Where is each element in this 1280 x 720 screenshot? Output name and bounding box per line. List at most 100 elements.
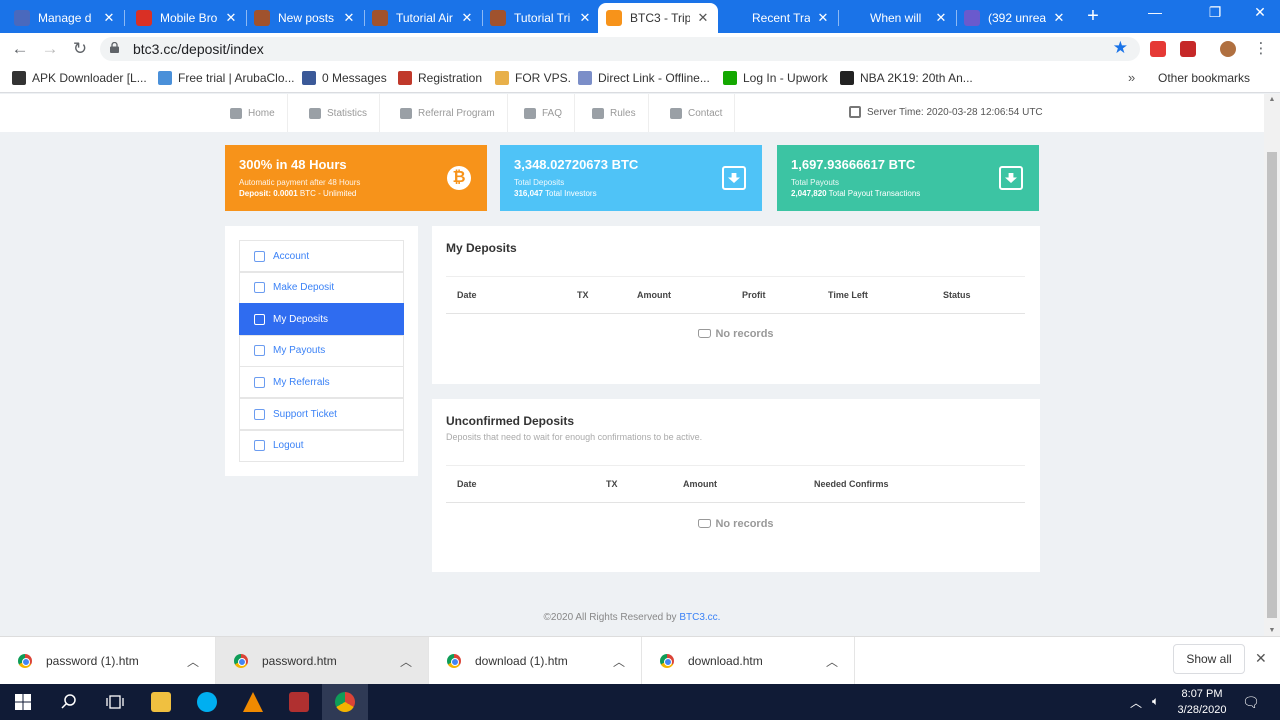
menu-logout[interactable]: Logout [239,429,404,462]
profile-avatar[interactable] [1220,41,1236,57]
close-tab-icon[interactable]: ✕ [578,10,592,26]
file-explorer-button[interactable] [138,684,184,720]
nav-referral-program[interactable]: Referral Program [388,94,508,132]
skype-button[interactable] [184,684,230,720]
browser-tab[interactable]: BTC3 - Tripl ✕ [598,3,718,33]
menu-support-ticket[interactable]: Support Ticket [239,398,404,430]
column-header: Status [943,290,971,300]
bookmark-item[interactable]: 0 Messages [302,71,387,85]
nav-label: FAQ [542,107,563,119]
browser-tab[interactable]: Tutorial Tri ✕ [482,3,600,33]
download-item[interactable]: password (1).htm ︿ [0,637,216,685]
menu-my-deposits[interactable]: My Deposits [239,303,404,336]
close-download-shelf-icon[interactable]: ✕ [1255,650,1267,667]
vlc-button[interactable] [230,684,276,720]
bookmarks-bar: » Other bookmarks APK Downloader [L... Fr… [0,65,1280,93]
bookmark-item[interactable]: Free trial | ArubaClo... [158,71,295,85]
app-button[interactable] [276,684,322,720]
close-tab-icon[interactable]: ✕ [342,10,356,26]
tray-chevron-icon[interactable]: ︿ [1130,694,1142,711]
chrome-menu-icon[interactable]: ⋮ [1250,39,1272,57]
task-view-button[interactable] [92,684,138,720]
close-tab-icon[interactable]: ✕ [934,10,948,26]
site-nav: Server Time: 2020-03-28 12:06:54 UTC Hom… [0,94,1264,132]
bookmark-star-icon[interactable]: ★ [1113,38,1128,58]
browser-tab[interactable]: Mobile Bro ✕ [128,3,246,33]
menu-account[interactable]: Account [239,240,404,272]
new-tab-button[interactable]: + [1082,5,1104,28]
tab-title: BTC3 - Tripl [630,11,690,25]
bookmark-item[interactable]: FOR VPS. [495,71,571,85]
browser-tab[interactable]: Recent Tra ✕ [720,3,838,33]
volume-icon[interactable]: 🔈︎ [1152,694,1159,709]
browser-tab[interactable]: New posts ✕ [246,3,364,33]
close-tab-icon[interactable]: ✕ [102,10,116,26]
minimize-button[interactable]: — [1135,4,1175,20]
server-time: Server Time: 2020-03-28 12:06:54 UTC [849,106,1043,118]
start-button[interactable] [0,684,46,720]
bookmark-label: Registration [418,71,483,85]
scroll-up-icon[interactable]: ▲ [1267,96,1277,103]
close-tab-icon[interactable]: ✕ [224,10,238,26]
search-button[interactable] [46,684,92,720]
menu-icon [254,440,265,452]
browser-tab[interactable]: Tutorial Air ✕ [364,3,482,33]
browser-tab[interactable]: (392 unrea ✕ [956,3,1074,33]
column-header: TX [606,479,618,489]
reload-button[interactable]: ↻ [69,39,91,59]
extension-icon[interactable] [1180,41,1196,57]
scroll-down-icon[interactable]: ▼ [1267,627,1277,634]
bookmark-item[interactable]: NBA 2K19: 20th An... [840,71,973,85]
page-scrollbar[interactable]: ▲ ▼ [1264,94,1280,636]
tab-title: (392 unrea [988,11,1046,25]
notifications-icon[interactable]: 🗨︎ [1242,694,1260,711]
chrome-taskbar-button[interactable] [322,684,368,720]
back-button[interactable]: ← [9,39,31,59]
download-item[interactable]: download (1).htm ︿ [429,637,642,685]
folder-icon [151,692,171,712]
nav-contact[interactable]: Contact [658,94,736,132]
stat-detail: 316,047 Total Investors [514,189,597,198]
menu-my-payouts[interactable]: My Payouts [239,334,404,367]
forward-button[interactable]: → [39,39,61,59]
bookmark-item[interactable]: Direct Link - Offline... [578,71,710,85]
close-tab-icon[interactable]: ✕ [460,10,474,26]
browser-tab[interactable]: Manage d ✕ [6,3,124,33]
chrome-file-icon [447,654,461,668]
maximize-button[interactable]: ❐ [1195,4,1235,21]
close-tab-icon[interactable]: ✕ [816,10,830,26]
download-item[interactable]: password.htm ︿ [216,637,429,685]
taskbar-clock[interactable]: 8:07 PM 3/28/2020 [1172,686,1232,718]
close-tab-icon[interactable]: ✕ [1052,10,1066,26]
nav-rules[interactable]: Rules [580,94,649,132]
menu-my-referrals[interactable]: My Referrals [239,366,404,399]
menu-make-deposit[interactable]: Make Deposit [239,271,404,304]
bookmark-item[interactable]: Log In - Upwork [723,71,828,85]
nav-faq[interactable]: FAQ [512,94,576,132]
close-tab-icon[interactable]: ✕ [696,10,710,26]
menu-icon [254,282,265,294]
bookmark-item[interactable]: APK Downloader [L... [12,71,147,85]
browser-tab[interactable]: When will ✕ [838,3,956,33]
nav-home[interactable]: Home [218,94,288,132]
server-time-text: Server Time: 2020-03-28 12:06:54 UTC [867,106,1043,118]
extension-icon[interactable] [1150,41,1166,57]
address-bar[interactable]: btc3.cc/deposit/index ★ [100,37,1140,61]
chevron-up-icon[interactable]: ︿ [613,653,625,670]
menu-label: Logout [273,440,304,452]
footer-link[interactable]: BTC3.cc. [679,612,720,623]
chevron-up-icon[interactable]: ︿ [826,653,838,670]
chevron-up-icon[interactable]: ︿ [400,653,412,670]
chevron-up-icon[interactable]: ︿ [187,653,199,670]
nav-statistics[interactable]: Statistics [297,94,381,132]
scrollbar-thumb[interactable] [1267,152,1277,618]
stat-value: 300% in 48 Hours [239,157,347,172]
download-filename: download (1).htm [475,654,568,668]
other-bookmarks[interactable]: Other bookmarks [1158,71,1250,85]
column-header: Amount [637,290,671,300]
show-all-button[interactable]: Show all [1173,644,1245,674]
bookmark-item[interactable]: Registration [398,71,482,85]
more-bookmarks-button[interactable]: » [1128,70,1135,85]
close-window-button[interactable]: ✕ [1240,4,1280,21]
download-item[interactable]: download.htm ︿ [642,637,855,685]
